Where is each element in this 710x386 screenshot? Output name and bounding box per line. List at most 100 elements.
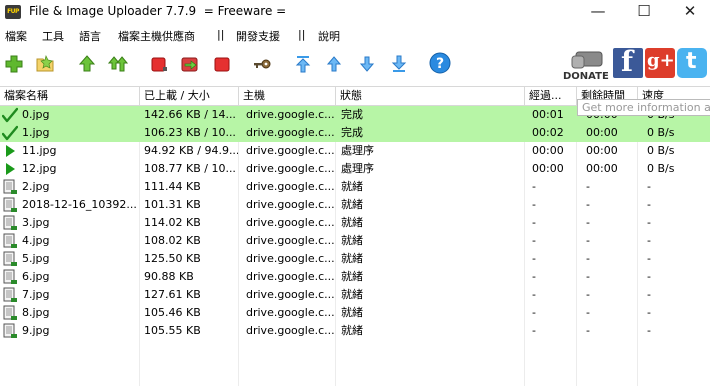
cell-status: 就緒 xyxy=(341,306,363,319)
donate-button[interactable]: DONATE xyxy=(562,48,612,84)
cell-host: drive.google.c... xyxy=(246,288,334,301)
table-row[interactable]: 11.jpg 94.92 KB / 94.9... drive.google.c..… xyxy=(0,142,710,160)
googleplus-icon[interactable]: g+ xyxy=(645,48,675,78)
menu-separator: || xyxy=(298,28,306,41)
menu-dev-support[interactable]: 開發支援 xyxy=(236,28,280,44)
table-row[interactable]: 8.jpg 105.46 KB drive.google.c... 就緒 - - - xyxy=(0,304,710,322)
cell-uploaded-size: 94.92 KB / 94.9... xyxy=(144,144,238,157)
add-files-icon[interactable] xyxy=(4,54,24,74)
facebook-icon[interactable]: f xyxy=(613,45,643,78)
table-row[interactable]: 2.jpg 111.44 KB drive.google.c... 就緒 - - - xyxy=(0,178,710,196)
cell-elapsed: - xyxy=(532,306,536,319)
cell-elapsed: - xyxy=(532,180,536,193)
table-row[interactable]: 9.jpg 105.55 KB drive.google.c... 就緒 - - - xyxy=(0,322,710,340)
upload-selected-icon[interactable] xyxy=(77,54,97,74)
cell-speed: - xyxy=(647,324,651,337)
add-folder-icon[interactable] xyxy=(35,54,55,74)
upload-list: 檔案名稱 已上載 / 大小 主機 狀態 經過... 剩餘時間 速度 0.jpg 1… xyxy=(0,86,710,386)
title-bar: FUP File & Image Uploader 7.7.9 = Freewa… xyxy=(0,0,710,25)
cell-remaining: - xyxy=(586,216,590,229)
cell-status: 就緒 xyxy=(341,180,363,193)
table-row[interactable]: 5.jpg 125.50 KB drive.google.c... 就緒 - - - xyxy=(0,250,710,268)
cell-filename: 7.jpg xyxy=(22,288,50,301)
cell-elapsed: 00:02 xyxy=(532,126,564,139)
cell-uploaded-size: 127.61 KB xyxy=(144,288,201,301)
cell-speed: - xyxy=(647,270,651,283)
cell-elapsed: - xyxy=(532,234,536,247)
table-row[interactable]: 6.jpg 90.88 KB drive.google.c... 就緒 - - - xyxy=(0,268,710,286)
facebook-label: f xyxy=(621,45,634,78)
table-row[interactable]: 3.jpg 114.02 KB drive.google.c... 就緒 - - - xyxy=(0,214,710,232)
ready-file-icon xyxy=(2,305,18,321)
col-header-status[interactable]: 狀態 xyxy=(336,87,525,105)
svg-text:?: ? xyxy=(436,56,444,72)
cell-remaining: - xyxy=(586,288,590,301)
table-row[interactable]: 7.jpg 127.61 KB drive.google.c... 就緒 - - - xyxy=(0,286,710,304)
move-bottom-icon[interactable] xyxy=(389,54,409,74)
ready-file-icon xyxy=(2,251,18,267)
cell-uploaded-size: 108.77 KB / 10... xyxy=(144,162,236,175)
move-up-icon[interactable] xyxy=(324,54,344,74)
ready-file-icon xyxy=(2,287,18,303)
cell-uploaded-size: 105.55 KB xyxy=(144,324,201,337)
cell-filename: 3.jpg xyxy=(22,216,50,229)
col-header-filename[interactable]: 檔案名稱 xyxy=(0,87,140,105)
menu-file-hosts[interactable]: 檔案主機供應商 xyxy=(118,28,195,44)
cell-host: drive.google.c... xyxy=(246,306,334,319)
cell-uploaded-size: 111.44 KB xyxy=(144,180,201,193)
cell-elapsed: - xyxy=(532,270,536,283)
table-row[interactable]: 12.jpg 108.77 KB / 10... drive.google.c...… xyxy=(0,160,710,178)
cell-filename: 9.jpg xyxy=(22,324,50,337)
col-header-host[interactable]: 主機 xyxy=(239,87,336,105)
menu-file[interactable]: 檔案 xyxy=(5,28,27,44)
cell-uploaded-size: 125.50 KB xyxy=(144,252,201,265)
cell-host: drive.google.c... xyxy=(246,324,334,337)
cell-speed: 0 B/s xyxy=(647,162,675,175)
move-down-icon[interactable] xyxy=(357,54,377,74)
table-row[interactable]: 4.jpg 108.02 KB drive.google.c... 就緒 - - - xyxy=(0,232,710,250)
minimize-button[interactable]: — xyxy=(575,0,621,25)
export-icon[interactable] xyxy=(180,54,200,74)
ready-file-icon xyxy=(2,323,18,339)
cell-filename: 11.jpg xyxy=(22,144,57,157)
maximize-button[interactable]: ☐ xyxy=(621,0,667,25)
help-icon[interactable]: ? xyxy=(429,52,451,74)
col-header-uploaded-size[interactable]: 已上載 / 大小 xyxy=(140,87,239,105)
cell-speed: - xyxy=(647,180,651,193)
cell-status: 就緒 xyxy=(341,198,363,211)
toolbar: ? DONATE f g+ t xyxy=(0,45,710,87)
cell-remaining: - xyxy=(586,198,590,211)
menu-bar: 檔案 工具 語言 檔案主機供應商 || 開發支援 || 說明 xyxy=(0,25,710,45)
cell-remaining: - xyxy=(586,306,590,319)
cell-elapsed: 00:00 xyxy=(532,144,564,157)
key-icon[interactable] xyxy=(252,54,272,74)
cell-status: 處理序 xyxy=(341,144,374,157)
menu-tools[interactable]: 工具 xyxy=(42,28,64,44)
twitter-icon[interactable]: t xyxy=(677,48,707,78)
cell-elapsed: - xyxy=(532,198,536,211)
col-header-elapsed[interactable]: 經過... xyxy=(525,87,577,105)
cell-speed: 0 B/s xyxy=(647,126,675,139)
cell-host: drive.google.c... xyxy=(246,144,334,157)
move-top-icon[interactable] xyxy=(293,54,313,74)
cell-filename: 0.jpg xyxy=(22,108,50,121)
cell-uploaded-size: 105.46 KB xyxy=(144,306,201,319)
close-button[interactable]: ✕ xyxy=(667,0,710,25)
cell-host: drive.google.c... xyxy=(246,162,334,175)
upload-all-icon[interactable] xyxy=(108,54,128,74)
menu-help[interactable]: 說明 xyxy=(318,28,340,44)
cell-elapsed: - xyxy=(532,288,536,301)
cell-speed: - xyxy=(647,288,651,301)
cell-remaining: 00:00 xyxy=(586,126,618,139)
stop-icon[interactable] xyxy=(149,54,169,74)
cell-remaining: - xyxy=(586,180,590,193)
cell-speed: - xyxy=(647,216,651,229)
table-row[interactable]: 1.jpg 106.23 KB / 10... drive.google.c... 完… xyxy=(0,124,710,142)
ready-file-icon xyxy=(2,179,18,195)
cell-host: drive.google.c... xyxy=(246,216,334,229)
menu-language[interactable]: 語言 xyxy=(79,28,101,44)
table-row[interactable]: 2018-12-16_10392... 101.31 KB drive.google… xyxy=(0,196,710,214)
cell-elapsed: 00:00 xyxy=(532,162,564,175)
cell-status: 就緒 xyxy=(341,252,363,265)
clear-icon[interactable] xyxy=(212,54,232,74)
